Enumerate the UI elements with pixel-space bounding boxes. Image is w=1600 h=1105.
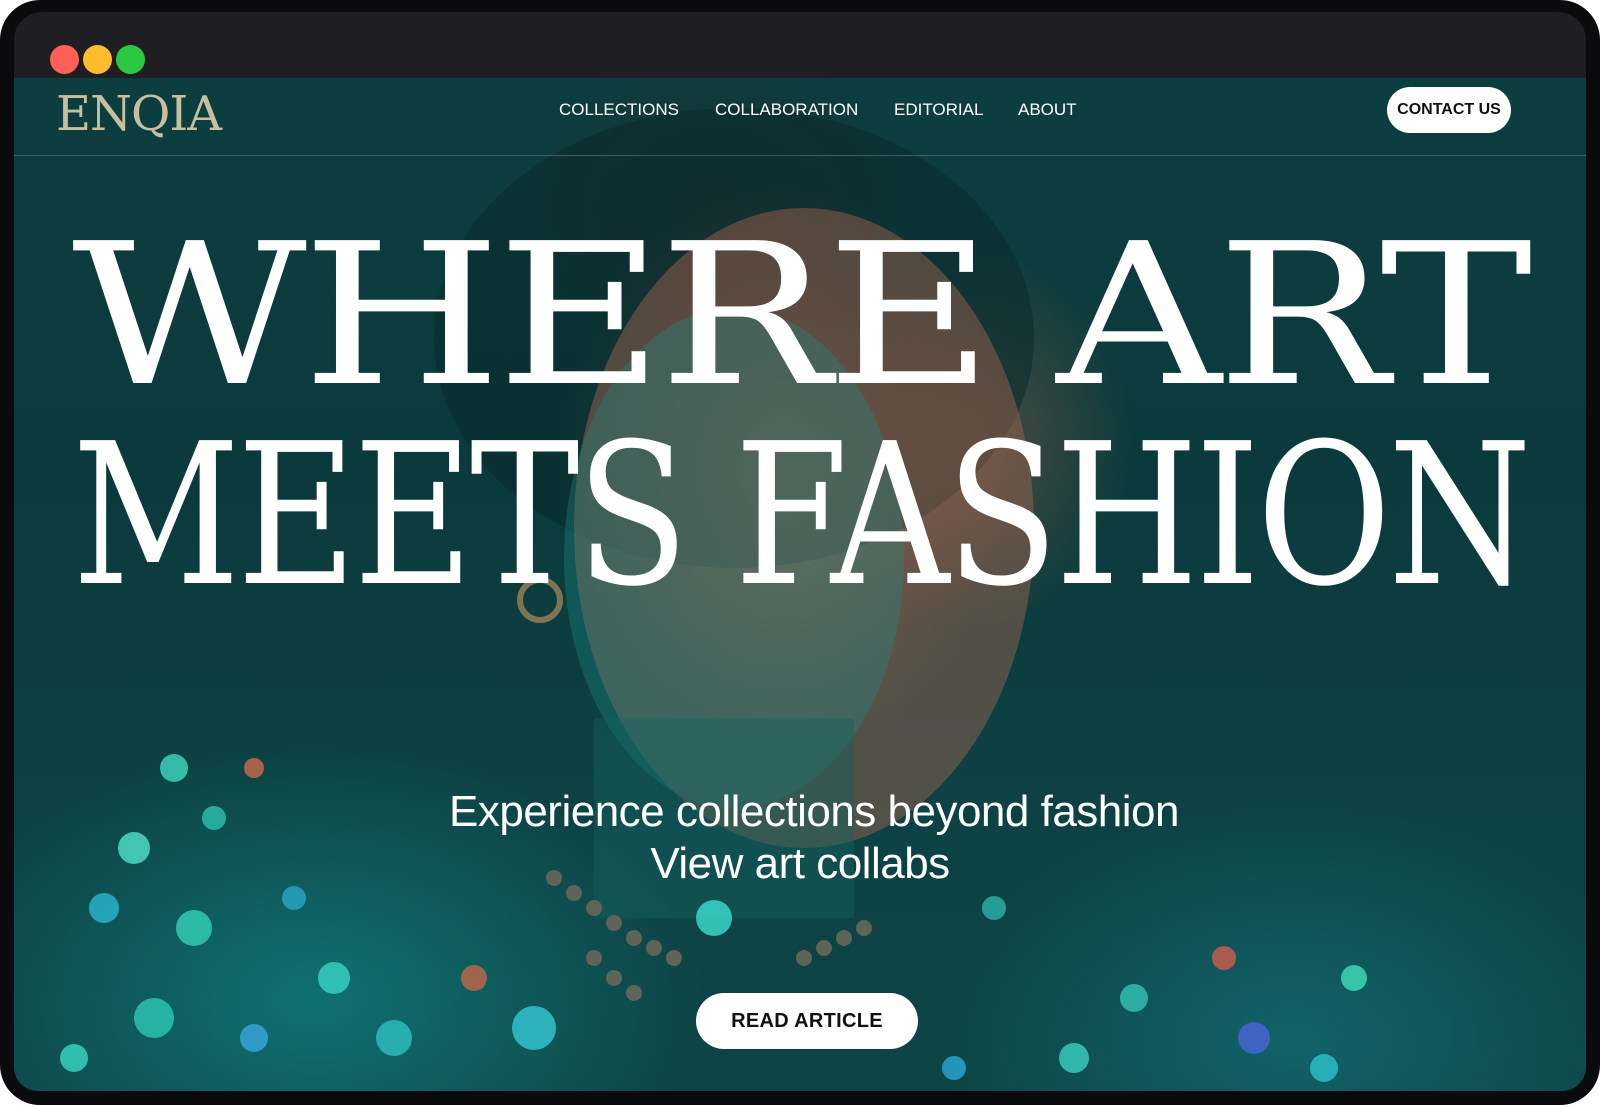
top-navbar: ENQIA COLLECTIONS COLLABORATION EDITORIA… <box>14 78 1586 156</box>
device-frame: ENQIA COLLECTIONS COLLABORATION EDITORIA… <box>0 0 1600 1105</box>
hero-headline-line-2: MEETS FASHION <box>72 402 1532 630</box>
hero-subtitle: Experience collections beyond fashion <box>449 787 1179 836</box>
hero-section: ENQIA COLLECTIONS COLLABORATION EDITORIA… <box>14 78 1586 1091</box>
read-article-button[interactable]: READ ARTICLE <box>696 993 918 1049</box>
minimize-window-button[interactable] <box>83 45 112 74</box>
nav-item-about[interactable]: ABOUT <box>1018 98 1077 122</box>
nav-item-collections[interactable]: COLLECTIONS <box>559 98 679 122</box>
hero-headline-line-1: WHERE ART <box>72 202 1532 430</box>
maximize-window-button[interactable] <box>116 45 145 74</box>
browser-titlebar <box>14 12 1586 78</box>
close-window-button[interactable] <box>50 45 79 74</box>
nav-item-editorial[interactable]: EDITORIAL <box>894 98 983 122</box>
site-logo[interactable]: ENQIA <box>56 84 222 144</box>
contact-us-button[interactable]: CONTACT US <box>1387 87 1511 133</box>
nav-item-collaboration[interactable]: COLLABORATION <box>715 98 858 122</box>
view-art-collabs-link[interactable]: View art collabs <box>14 838 1586 890</box>
